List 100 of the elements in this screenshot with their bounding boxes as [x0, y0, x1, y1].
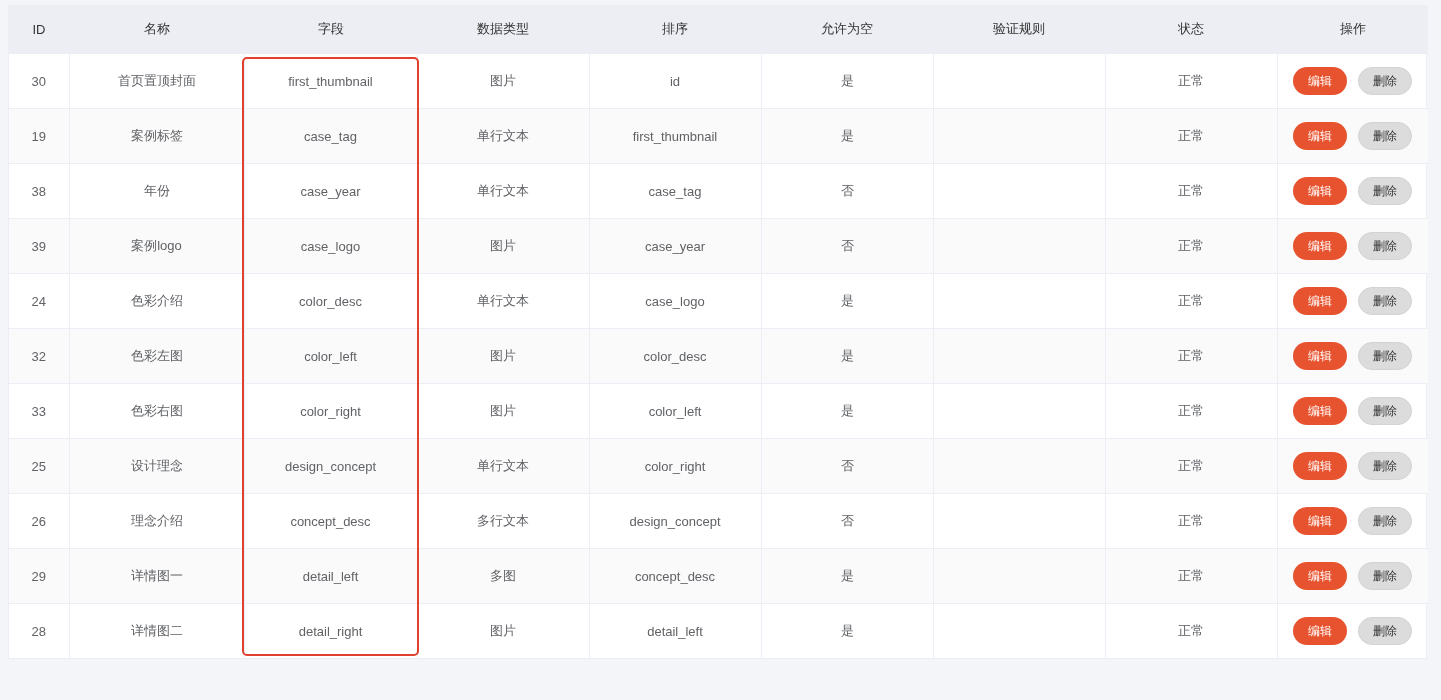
delete-button[interactable]: 删除: [1358, 67, 1413, 95]
table-cell: 单行文本: [477, 183, 529, 198]
table-cell: case_logo: [645, 293, 705, 309]
table-cell: 是: [840, 403, 854, 418]
table-cell: 色彩左图: [130, 348, 183, 363]
column-header: ID: [9, 5, 69, 54]
column-header: 名称: [69, 5, 244, 54]
column-header: 允许为空: [761, 5, 933, 54]
table-cell: color_right: [644, 458, 706, 474]
edit-button[interactable]: 编辑: [1293, 397, 1348, 425]
table-cell: 是: [840, 348, 854, 363]
delete-button[interactable]: 删除: [1358, 507, 1413, 535]
table-cell: 图片: [490, 623, 516, 638]
edit-button[interactable]: 编辑: [1293, 287, 1348, 315]
table-cell: 多图: [490, 568, 516, 583]
delete-button[interactable]: 删除: [1358, 452, 1413, 480]
column-header: 验证规则: [933, 5, 1105, 54]
table-cell: 多行文本: [477, 513, 529, 528]
table-cell: 单行文本: [477, 128, 529, 143]
edit-button[interactable]: 编辑: [1293, 452, 1348, 480]
table-cell: 详情图一: [130, 568, 183, 583]
table-cell: 正常: [1178, 513, 1204, 528]
table-cell: 是: [840, 623, 854, 638]
column-header: 数据类型: [417, 5, 589, 54]
column-header: 状态: [1105, 5, 1277, 54]
column-header: 排序: [589, 5, 761, 54]
table-cell: 33: [31, 403, 46, 419]
table-cell: id: [669, 73, 681, 89]
delete-button[interactable]: 删除: [1358, 122, 1413, 150]
table-cell: 设计理念: [130, 458, 183, 473]
table-cell: 正常: [1178, 348, 1204, 363]
table-cell: color_left: [648, 403, 702, 419]
edit-button[interactable]: 编辑: [1293, 562, 1348, 590]
table-cell: 否: [840, 183, 854, 198]
table-cell: 正常: [1178, 403, 1204, 418]
edit-button[interactable]: 编辑: [1293, 177, 1348, 205]
table-cell: 正常: [1178, 568, 1204, 583]
edit-button[interactable]: 编辑: [1293, 67, 1348, 95]
edit-button[interactable]: 编辑: [1293, 507, 1348, 535]
table-cell: 正常: [1178, 293, 1204, 308]
edit-button[interactable]: 编辑: [1293, 232, 1348, 260]
table-cell: case_tag: [304, 128, 357, 144]
table-cell: 是: [840, 73, 854, 88]
table-cell: color_desc: [643, 348, 707, 364]
table-cell: 否: [840, 458, 854, 473]
table-cell: color_right: [300, 403, 361, 419]
table-cell: detail_left: [647, 623, 703, 639]
table-cell: 26: [31, 513, 46, 529]
table-cell: 32: [31, 348, 46, 364]
table-cell: 19: [31, 128, 46, 144]
edit-button[interactable]: 编辑: [1293, 617, 1348, 645]
table-cell: 否: [840, 238, 854, 253]
table-cell: 正常: [1178, 128, 1204, 143]
delete-button[interactable]: 删除: [1358, 617, 1413, 645]
table-cell: 39: [31, 238, 46, 254]
table-cell: 首页置顶封面: [117, 73, 196, 88]
table-cell: 单行文本: [477, 293, 529, 308]
table-cell: 38: [31, 183, 46, 199]
table-cell: 28: [31, 623, 46, 639]
table-cell: case_year: [645, 238, 705, 254]
table-cell: 是: [840, 293, 854, 308]
table-cell: 案例标签: [130, 128, 183, 143]
edit-button[interactable]: 编辑: [1293, 122, 1348, 150]
table-cell: 色彩介绍: [130, 293, 183, 308]
table-cell: 29: [31, 568, 46, 584]
column-header: 操作: [1277, 5, 1428, 54]
table-cell: 25: [31, 458, 46, 474]
table-cell: concept_desc: [290, 513, 371, 529]
table-cell: 是: [840, 128, 854, 143]
delete-button[interactable]: 删除: [1358, 562, 1413, 590]
table-cell: 案例logo: [131, 238, 182, 253]
table-cell: 正常: [1178, 623, 1204, 638]
table-cell: case_tag: [648, 183, 702, 199]
table-cell: 色彩右图: [130, 403, 183, 418]
table-cell: 年份: [143, 183, 170, 198]
delete-button[interactable]: 删除: [1358, 177, 1413, 205]
table-cell: first_thumbnail: [632, 128, 718, 144]
table-cell: color_desc: [299, 293, 362, 309]
edit-button[interactable]: 编辑: [1293, 342, 1348, 370]
table-cell: 否: [840, 513, 854, 528]
delete-button[interactable]: 删除: [1358, 342, 1413, 370]
delete-button[interactable]: 删除: [1358, 232, 1413, 260]
table-cell: 图片: [490, 73, 516, 88]
table-cell: 24: [31, 293, 46, 309]
table-cell: 理念介绍: [130, 513, 183, 528]
table-cell: concept_desc: [634, 568, 716, 584]
delete-button[interactable]: 删除: [1358, 287, 1413, 315]
table-cell: design_concept: [284, 458, 377, 474]
table-cell: case_logo: [300, 238, 361, 254]
table-cell: 单行文本: [477, 458, 529, 473]
table-cell: case_year: [300, 183, 361, 199]
column-header: 字段: [244, 5, 417, 54]
table-cell: 正常: [1178, 183, 1204, 198]
delete-button[interactable]: 删除: [1358, 397, 1413, 425]
table-cell: 图片: [490, 403, 516, 418]
table-cell: detail_left: [302, 568, 359, 584]
table-cell: detail_right: [298, 623, 363, 639]
table-cell: first_thumbnail: [288, 73, 373, 89]
table-cell: 是: [840, 568, 854, 583]
table-cell: 正常: [1178, 458, 1204, 473]
